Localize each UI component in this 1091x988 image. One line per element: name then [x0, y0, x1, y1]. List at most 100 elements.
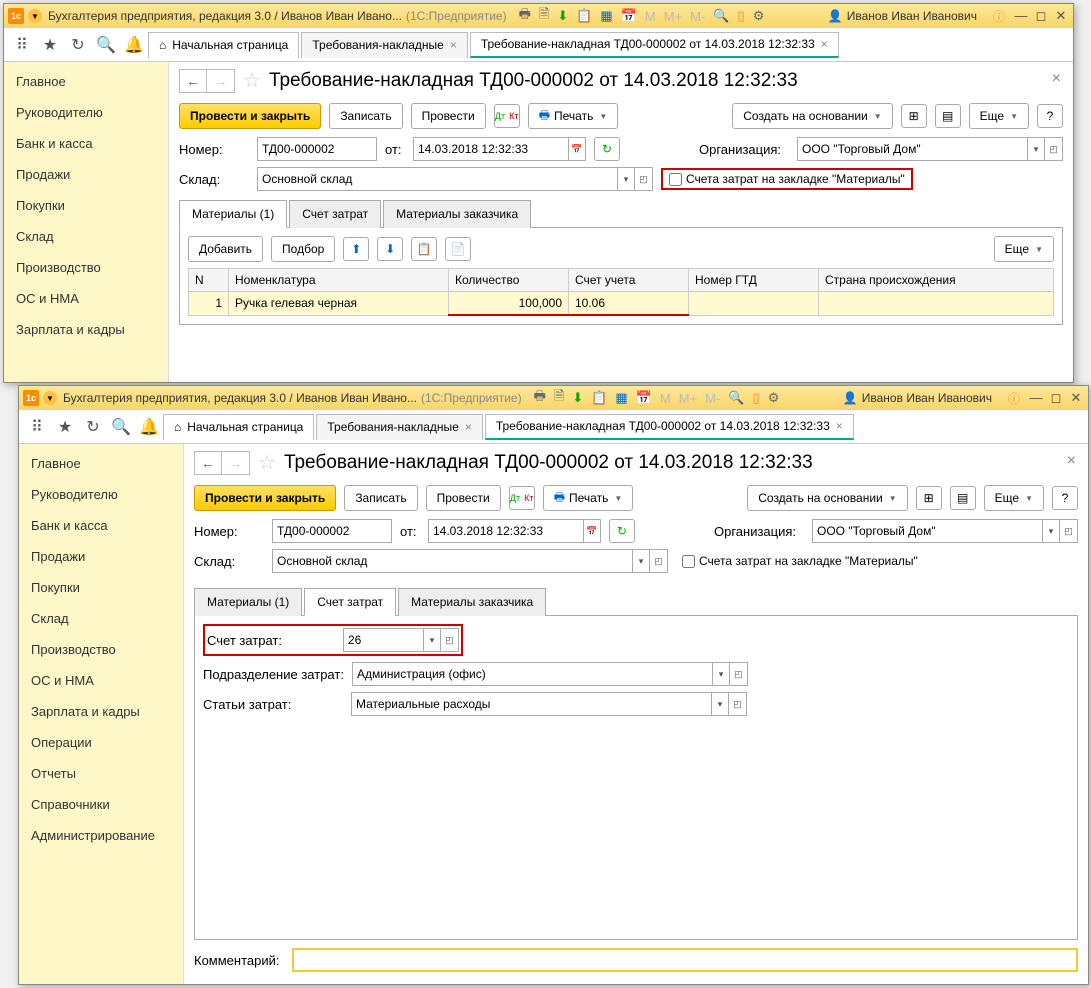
sidebar-item[interactable]: Зарплата и кадры	[4, 314, 168, 345]
table-icon[interactable]: ▦	[615, 390, 627, 406]
calendar-icon[interactable]: 📅	[583, 519, 601, 543]
post-button[interactable]: Провести	[411, 103, 486, 129]
tab-close-icon[interactable]: ×	[465, 420, 472, 434]
tab-materials[interactable]: Материалы (1)	[179, 200, 287, 228]
dropdown-icon[interactable]: ▾	[711, 692, 729, 716]
cost-accounts-checkbox[interactable]	[682, 555, 695, 568]
print-icon[interactable]: 🖶	[519, 5, 531, 27]
number-input[interactable]	[257, 137, 377, 161]
warehouse-input[interactable]	[272, 549, 632, 573]
create-based-button[interactable]: Создать на основании▼	[747, 485, 907, 511]
copy-icon[interactable]: 📋	[576, 8, 592, 24]
cost-dept-input[interactable]	[352, 662, 712, 686]
col-n[interactable]: N	[189, 269, 229, 292]
zoom-icon[interactable]: 🔍	[713, 8, 729, 24]
info-icon[interactable]: ⓘ	[993, 8, 1005, 25]
more-button[interactable]: Еще▼	[994, 236, 1054, 262]
dropdown-icon[interactable]: ▾	[632, 549, 650, 573]
dtkt-button[interactable]: ДтКт	[494, 104, 520, 128]
sidebar-item[interactable]: Покупки	[19, 572, 183, 603]
sidebar-item[interactable]: Склад	[4, 221, 168, 252]
history-icon[interactable]: ↻	[64, 31, 92, 59]
nav-back-button[interactable]: ←	[194, 451, 222, 475]
m-minus-icon[interactable]: M-	[690, 9, 705, 24]
help-button[interactable]: ?	[1037, 104, 1063, 128]
dropdown-icon[interactable]: ▾	[1027, 137, 1045, 161]
col-account[interactable]: Счет учета	[569, 269, 689, 292]
col-country[interactable]: Страна происхождения	[819, 269, 1054, 292]
favorite-icon[interactable]: ☆	[258, 450, 276, 475]
sidebar-item[interactable]: Руководителю	[4, 97, 168, 128]
sidebar-item[interactable]: Главное	[4, 66, 168, 97]
star-icon[interactable]: ★	[51, 413, 79, 441]
preview-icon[interactable]: 🗎	[554, 387, 564, 409]
info-icon[interactable]: ⓘ	[1008, 390, 1020, 407]
apps-icon[interactable]: ⠿	[23, 413, 51, 441]
select-button[interactable]: Подбор	[271, 236, 335, 262]
dropdown-icon[interactable]: ▾	[1042, 519, 1060, 543]
tab-cost[interactable]: Счет затрат	[289, 200, 381, 228]
warehouse-input[interactable]	[257, 167, 617, 191]
user-block[interactable]: 👤 Иванов Иван Иванович	[828, 9, 977, 23]
paste-button[interactable]: 📄	[445, 237, 471, 261]
post-close-button[interactable]: Провести и закрыть	[179, 103, 321, 129]
comment-input[interactable]	[292, 948, 1078, 972]
refresh-button[interactable]: ↻	[594, 137, 620, 161]
open-icon[interactable]: ◰	[730, 662, 748, 686]
print-button[interactable]: 🖶Печать▼	[543, 485, 634, 511]
dropdown-icon[interactable]: ▾	[617, 167, 635, 191]
structure-button[interactable]: ⊞	[901, 104, 927, 128]
copy-icon[interactable]: 📋	[591, 390, 607, 406]
cost-account-input[interactable]	[343, 628, 423, 652]
sidebar-item[interactable]: Склад	[19, 603, 183, 634]
col-nomenclature[interactable]: Номенклатура	[229, 269, 449, 292]
sidebar-item[interactable]: Банк и касса	[4, 128, 168, 159]
sidebar-item[interactable]: Зарплата и кадры	[19, 696, 183, 727]
nav-back-button[interactable]: ←	[179, 69, 207, 93]
table-row[interactable]: 1 Ручка гелевая черная 100,000 10.06	[189, 292, 1054, 316]
sidebar-item[interactable]: Главное	[19, 448, 183, 479]
tab-customer-materials[interactable]: Материалы заказчика	[383, 200, 531, 228]
sidebar-item[interactable]: Покупки	[4, 190, 168, 221]
search-icon[interactable]: 🔍	[92, 31, 120, 59]
dtkt-button[interactable]: ДтКт	[509, 486, 535, 510]
open-icon[interactable]: ◰	[1045, 137, 1063, 161]
tab-materials[interactable]: Материалы (1)	[194, 588, 302, 616]
date-input[interactable]	[413, 137, 568, 161]
tab-list[interactable]: Требования-накладные ×	[316, 414, 482, 440]
refresh-button[interactable]: ↻	[609, 519, 635, 543]
open-icon[interactable]: ◰	[1060, 519, 1078, 543]
move-down-button[interactable]: ⬇	[377, 237, 403, 261]
tab-list[interactable]: Требования-накладные ×	[301, 32, 467, 58]
panel-icon[interactable]: ▯	[753, 390, 760, 406]
cost-accounts-checkbox[interactable]	[669, 173, 682, 186]
preview-icon[interactable]: 🗎	[539, 5, 549, 27]
sidebar-item[interactable]: Производство	[19, 634, 183, 665]
m-minus-icon[interactable]: M-	[705, 391, 720, 406]
calendar-icon[interactable]: 📅	[621, 8, 637, 24]
m-plus-icon[interactable]: M+	[679, 391, 697, 406]
zoom-icon[interactable]: 🔍	[728, 390, 744, 406]
settings-icon[interactable]: ⚙	[753, 8, 765, 24]
sidebar-item[interactable]: ОС и НМА	[4, 283, 168, 314]
search-icon[interactable]: 🔍	[107, 413, 135, 441]
app-menu-icon[interactable]: ▼	[43, 391, 57, 405]
close-icon[interactable]: ✕	[1068, 390, 1084, 406]
open-icon[interactable]: ◰	[729, 692, 747, 716]
attach-button[interactable]: ▤	[935, 104, 961, 128]
col-gtd[interactable]: Номер ГТД	[689, 269, 819, 292]
structure-button[interactable]: ⊞	[916, 486, 942, 510]
move-up-button[interactable]: ⬆	[343, 237, 369, 261]
open-icon[interactable]: ◰	[441, 628, 459, 652]
open-icon[interactable]: ◰	[635, 167, 653, 191]
create-based-button[interactable]: Создать на основании▼	[732, 103, 892, 129]
favorite-icon[interactable]: ☆	[243, 68, 261, 93]
tab-cost[interactable]: Счет затрат	[304, 588, 396, 616]
more-button[interactable]: Еще▼	[969, 103, 1029, 129]
settings-icon[interactable]: ⚙	[768, 390, 780, 406]
add-button[interactable]: Добавить	[188, 236, 263, 262]
page-close-icon[interactable]: ×	[1067, 452, 1076, 470]
tab-close-icon[interactable]: ×	[450, 38, 457, 52]
print-icon[interactable]: 🖶	[534, 387, 546, 409]
tab-document[interactable]: Требование-накладная ТД00-000002 от 14.0…	[470, 32, 839, 58]
